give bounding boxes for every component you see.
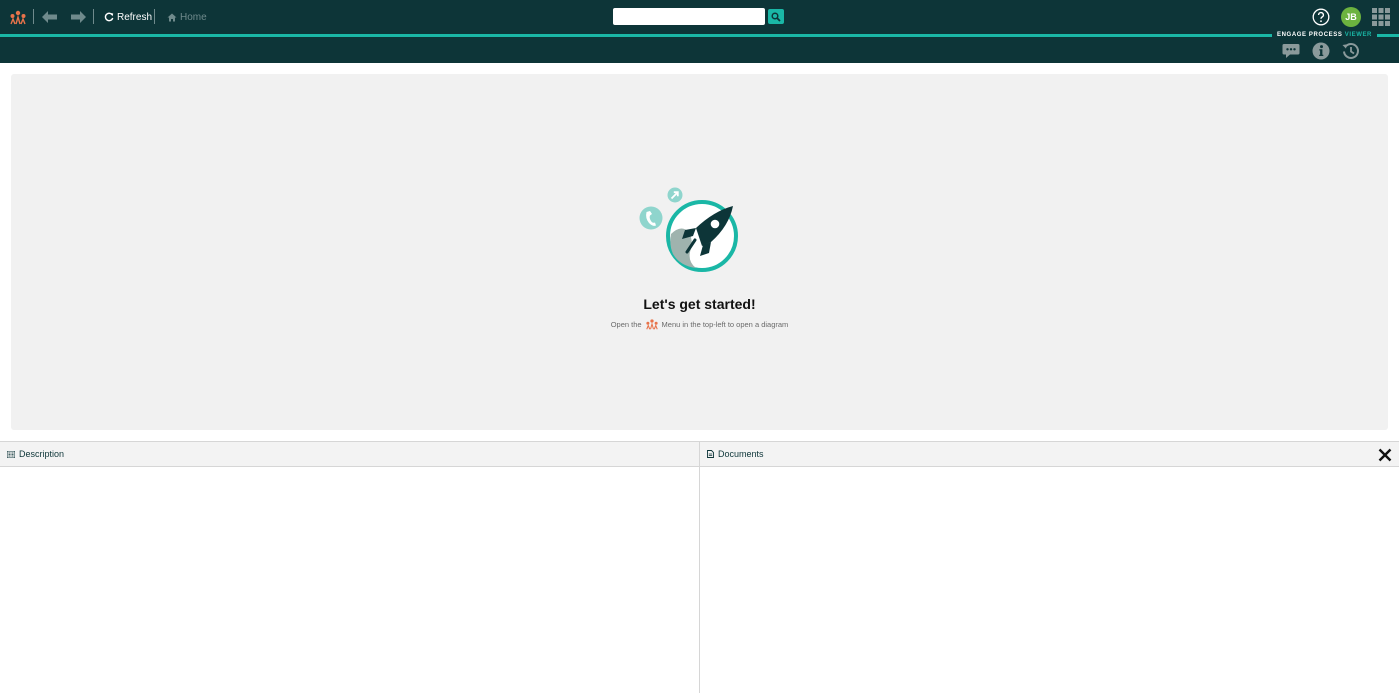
close-panel-button[interactable] (1377, 447, 1393, 463)
toolbar-divider (33, 9, 34, 24)
app-launcher-button[interactable] (1371, 7, 1391, 27)
documents-panel: Documents (700, 441, 1399, 693)
history-button[interactable] (1341, 41, 1361, 61)
documents-panel-header: Documents (700, 442, 1399, 467)
description-title: Description (19, 449, 65, 459)
process-menu-icon (10, 10, 26, 25)
comment-icon (1282, 44, 1300, 58)
help-button[interactable] (1311, 7, 1331, 27)
search-input[interactable] (613, 8, 765, 25)
comments-button[interactable] (1281, 42, 1301, 60)
refresh-label: Refresh (117, 11, 153, 23)
user-avatar[interactable]: JB (1341, 7, 1361, 27)
menu-button[interactable] (8, 8, 28, 26)
toolbar-divider (154, 9, 155, 24)
help-icon (1312, 8, 1330, 26)
info-button[interactable] (1311, 41, 1331, 61)
secondary-toolbar (0, 37, 1399, 63)
description-icon (7, 450, 15, 458)
rocket-illustration (639, 187, 738, 272)
back-button[interactable] (39, 8, 59, 26)
empty-state-subtitle: Open the Menu in the top-left to open a … (0, 318, 1399, 330)
close-icon (1378, 448, 1392, 462)
documents-title: Documents (718, 449, 764, 459)
description-panel-header: Description (0, 442, 699, 467)
empty-state-title: Let's get started! (643, 296, 756, 312)
history-icon (1342, 42, 1359, 59)
search-icon (771, 11, 781, 22)
refresh-icon (104, 12, 114, 22)
refresh-button[interactable]: Refresh (104, 9, 152, 25)
brand-label: ENGAGE PROCESS VIEWER (1272, 30, 1377, 40)
process-menu-icon (645, 319, 658, 330)
brand-main: ENGAGE PROCESS (1277, 32, 1343, 38)
forward-button[interactable] (68, 8, 88, 26)
home-icon (167, 13, 177, 21)
arrow-right-icon (70, 11, 86, 23)
subtitle-prefix: Open the (610, 319, 642, 329)
grid-icon (1372, 8, 1390, 26)
search-button[interactable] (768, 9, 784, 24)
subtitle-suffix: Menu in the top-left to open a diagram (661, 319, 789, 329)
description-panel: Description (0, 441, 700, 693)
home-label: Home (180, 11, 207, 23)
arrow-left-icon (41, 11, 57, 23)
document-icon (707, 450, 714, 458)
brand-accent: VIEWER (1344, 32, 1372, 38)
toolbar-divider (93, 9, 94, 24)
info-icon (1312, 42, 1330, 60)
home-button[interactable]: Home (167, 9, 207, 25)
